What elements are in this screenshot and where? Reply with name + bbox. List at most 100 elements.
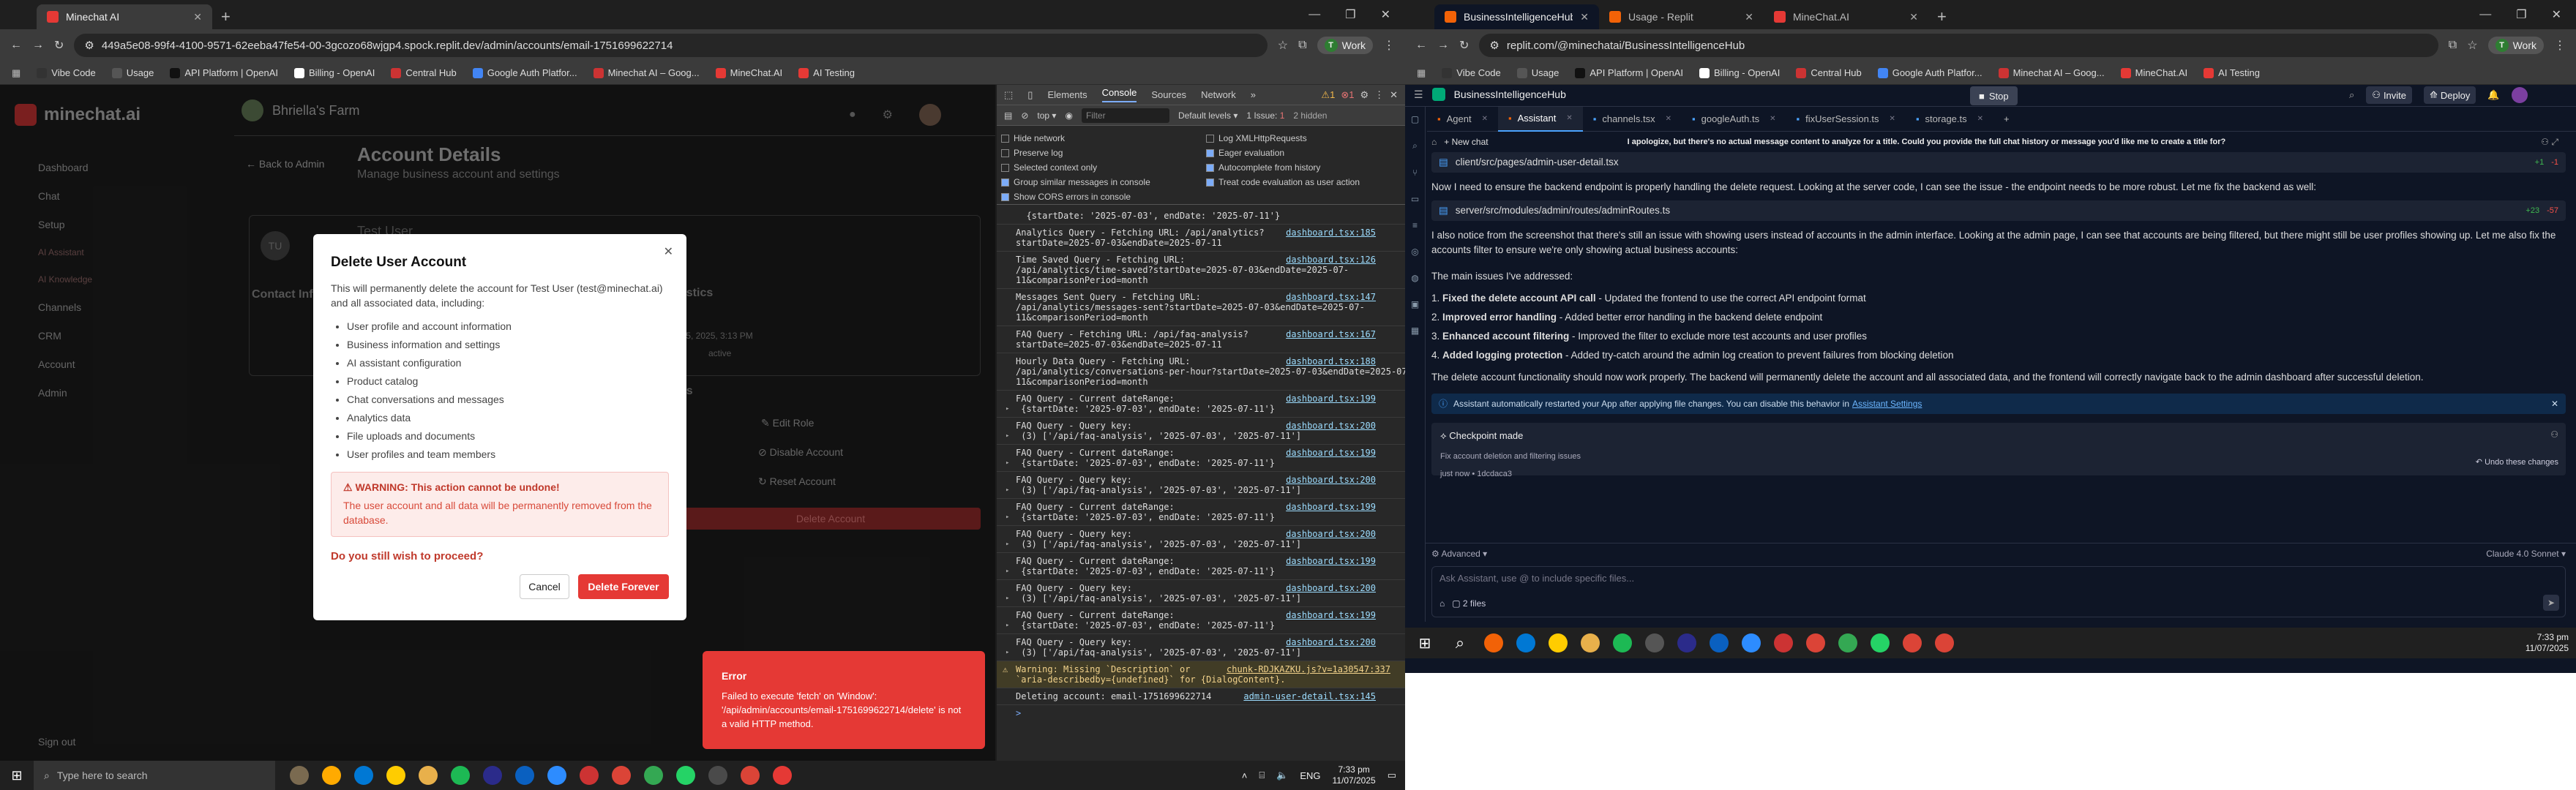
search-icon[interactable]: ⌕	[1449, 632, 1471, 654]
close-icon[interactable]: ✕	[1666, 115, 1671, 123]
invite-button[interactable]: ⚇ Invite	[2366, 86, 2413, 104]
bookmark-1[interactable]: Usage	[1516, 67, 1559, 78]
address-bar[interactable]: ⚙ replit.com/@minechatai/BusinessIntellig…	[1479, 34, 2438, 57]
taskbar-app-icon[interactable]	[1774, 633, 1793, 652]
address-bar[interactable]: ⚙ 449a5e08-99f4-4100-9571-62eeba47fe54-00…	[74, 34, 1268, 57]
action-reset-account[interactable]: ↻ Reset Account	[758, 475, 836, 488]
bookmark-6[interactable]: Minechat AI – Goog...	[1998, 67, 2105, 78]
error-count-badge[interactable]: ⊗1	[1341, 89, 1354, 101]
file-change-2[interactable]: ▤ server/src/modules/admin/routes/adminRo…	[1431, 200, 2566, 221]
close-icon[interactable]: ✕	[1745, 11, 1753, 23]
bookmark-8[interactable]: AI Testing	[2204, 67, 2260, 78]
advanced-toggle[interactable]: ⚙ Advanced ▾	[1431, 549, 1487, 559]
forward-icon[interactable]: →	[1437, 39, 1449, 52]
sidebar-item-dashboard[interactable]: Dashboard	[38, 162, 234, 173]
taskbar-app-icon[interactable]	[1742, 633, 1761, 652]
bookmark-3[interactable]: Billing - OpenAI	[294, 67, 375, 78]
new-chat-button[interactable]: + New chat	[1444, 137, 1488, 147]
option-right-1[interactable]: Eager evaluation	[1206, 148, 1284, 158]
checkbox[interactable]	[1001, 148, 1009, 157]
checkbox[interactable]	[1001, 163, 1009, 172]
deploy-button[interactable]: ⟰ Deploy	[2424, 86, 2476, 104]
clock[interactable]: 7:33 pm 11/07/2025	[2526, 632, 2576, 654]
replit-menu-icon[interactable]: ☰	[1414, 89, 1423, 101]
source-link[interactable]: dashboard.tsx:188	[1286, 356, 1376, 366]
settings-icon[interactable]: ⚙	[883, 108, 893, 122]
signout-link[interactable]: Sign out	[38, 736, 75, 748]
menu-icon[interactable]: ⋮	[2554, 38, 2566, 53]
star-icon[interactable]: ☆	[2467, 38, 2477, 53]
search-icon[interactable]: ⌕	[2349, 89, 2354, 101]
bookmark-2[interactable]: API Platform | OpenAI	[170, 67, 278, 78]
source-link[interactable]: dashboard.tsx:200	[1286, 637, 1376, 647]
expand-icon[interactable]: ▸	[1006, 485, 1009, 495]
console-icon[interactable]: ▭	[1411, 194, 1419, 204]
taskbar-app-icon[interactable]	[1806, 633, 1825, 652]
star-icon[interactable]: ☆	[1278, 38, 1288, 53]
issues-button[interactable]: 1 Issue: 1	[1246, 110, 1284, 121]
option-left-3[interactable]: Group similar messages in console	[1001, 177, 1150, 187]
close-icon[interactable]: ✕	[1770, 115, 1775, 123]
source-link[interactable]: dashboard.tsx:199	[1286, 502, 1376, 512]
notifications-icon[interactable]: ▭	[1388, 770, 1396, 781]
expand-icon[interactable]: ▸	[1006, 539, 1009, 549]
bell-icon[interactable]: ●	[849, 108, 856, 121]
eye-icon[interactable]: ◉	[1065, 110, 1072, 121]
zoom-icon[interactable]	[547, 766, 566, 785]
secrets-icon[interactable]: ◍	[1411, 273, 1418, 283]
search-icon[interactable]: ⌕	[1412, 140, 1418, 151]
bookmark-7[interactable]: MineChat.AI	[2120, 67, 2187, 78]
checkbox[interactable]	[1001, 178, 1009, 187]
sidebar-item-chat[interactable]: Chat	[38, 190, 234, 202]
project-name[interactable]: BusinessIntelligenceHub	[1454, 89, 1566, 100]
file-tab-4[interactable]: ▪ fixUserSession.ts ✕	[1786, 107, 1906, 132]
bookmark-3[interactable]: Billing - OpenAI	[1699, 67, 1780, 78]
volume-icon[interactable]: 🔈	[1276, 770, 1288, 781]
devtools-tab-console[interactable]: Console	[1101, 87, 1137, 102]
packages-icon[interactable]: ▣	[1411, 299, 1419, 309]
file-tab-3[interactable]: ▪ googleAuth.ts ✕	[1682, 107, 1786, 132]
assistant-settings-link[interactable]: Assistant Settings	[1852, 396, 1922, 411]
new-tab-button[interactable]: +	[1928, 4, 1955, 29]
option-right-2[interactable]: Autocomplete from history	[1206, 162, 1320, 173]
forward-icon[interactable]: →	[32, 39, 44, 52]
option-left-4[interactable]: Show CORS errors in console	[1001, 192, 1131, 202]
taskbar-app-icon[interactable]	[1516, 633, 1535, 652]
source-link[interactable]: dashboard.tsx:200	[1286, 421, 1376, 431]
source-link[interactable]: chunk-RDJKAZKU.js?v=1a30547:337	[1227, 664, 1390, 674]
reload-icon[interactable]: ↻	[1459, 38, 1469, 53]
file-tab-2[interactable]: ▪ channels.tsx ✕	[1583, 107, 1682, 132]
apps-icon[interactable]: ▦	[1411, 326, 1419, 336]
source-link[interactable]: dashboard.tsx:199	[1286, 556, 1376, 566]
profile-button[interactable]: T Work	[2487, 37, 2544, 54]
bell-icon[interactable]: 🔔	[2487, 89, 2499, 101]
clear-console-icon[interactable]: ⊘	[1021, 110, 1028, 121]
sidebar-item-ai-knowledge[interactable]: AI Knowledge	[38, 274, 234, 285]
delete-forever-button[interactable]: Delete Forever	[578, 574, 669, 599]
bookmark-8[interactable]: AI Testing	[798, 67, 855, 78]
file-tab-5[interactable]: ▪ storage.ts ✕	[1906, 107, 1993, 132]
expand-icon[interactable]: ▸	[1006, 647, 1009, 658]
close-icon[interactable]: ✕	[1390, 89, 1398, 101]
close-icon[interactable]: ✕	[193, 11, 202, 23]
reload-icon[interactable]: ↻	[54, 38, 64, 53]
context-select[interactable]: top ▾	[1037, 110, 1056, 121]
close-icon[interactable]: ✕	[1566, 114, 1572, 122]
attach-icon[interactable]: ⌂	[1439, 598, 1445, 609]
apps-icon[interactable]: ▦	[12, 67, 20, 79]
close-window-icon[interactable]: ✕	[1381, 7, 1390, 22]
sidebar-item-setup[interactable]: Setup	[38, 219, 234, 230]
source-link[interactable]: dashboard.tsx:200	[1286, 529, 1376, 539]
dialog-close-icon[interactable]: ✕	[664, 244, 673, 259]
close-icon[interactable]: ✕	[1977, 115, 1983, 123]
user-avatar[interactable]	[2511, 87, 2528, 103]
app-icon[interactable]	[580, 766, 599, 785]
bookmark-0[interactable]: Vibe Code	[1442, 67, 1501, 78]
bookmark-2[interactable]: API Platform | OpenAI	[1575, 67, 1683, 78]
source-link[interactable]: admin-user-detail.tsx:145	[1243, 691, 1376, 701]
maximize-icon[interactable]: ❐	[2516, 7, 2526, 22]
close-icon[interactable]: ✕	[1580, 11, 1589, 23]
checkpoint-menu-icon[interactable]: ⚇	[2550, 427, 2558, 442]
taskbar-app-icon[interactable]	[1549, 633, 1568, 652]
sidebar-item-ai-assistant[interactable]: AI Assistant	[38, 247, 234, 257]
